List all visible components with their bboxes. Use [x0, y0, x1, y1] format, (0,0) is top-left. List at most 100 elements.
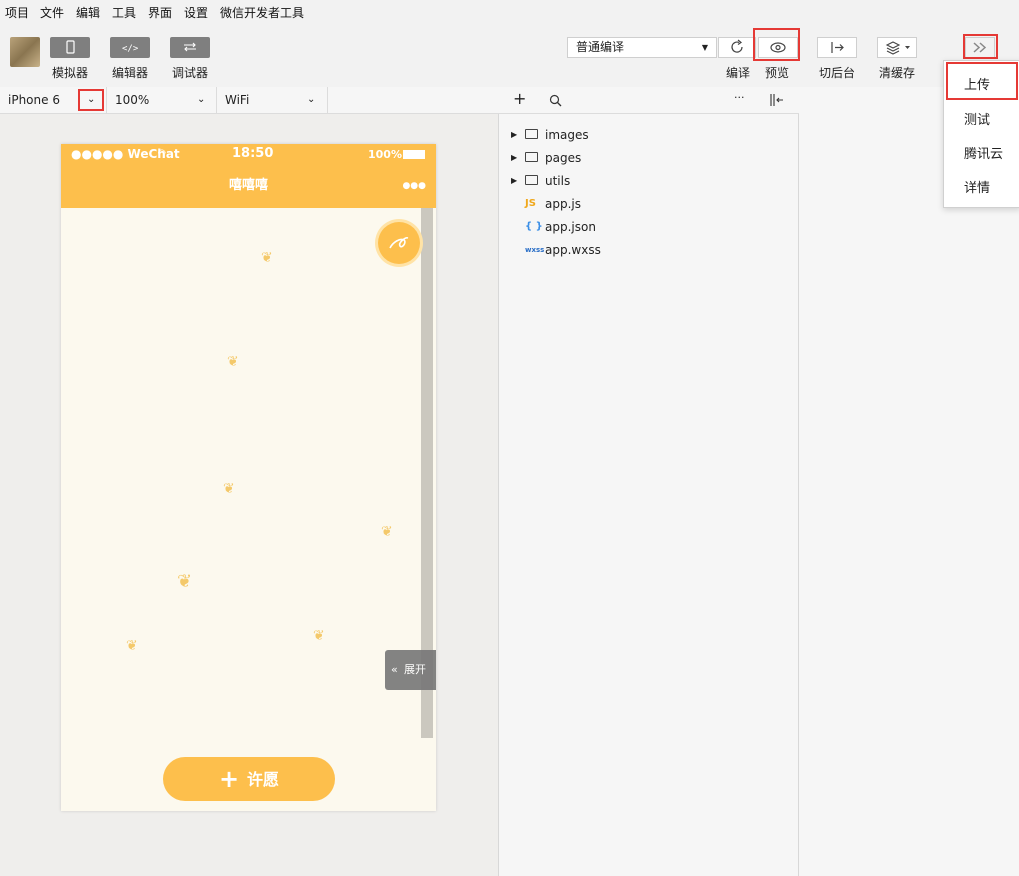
clock: 18:50 — [232, 146, 274, 161]
file-label: app.js — [545, 197, 581, 211]
caret-right-icon: ▶ — [511, 130, 518, 139]
chevron-down-icon: ⌄ — [307, 94, 316, 105]
leaf-icon: ❦ — [313, 628, 325, 644]
editor-label: 编辑器 — [112, 66, 149, 80]
zoom-select[interactable]: 100% ⌄ — [107, 87, 217, 113]
folder-icon — [525, 175, 538, 185]
device-bar: iPhone 6 ⌄ 100% ⌄ WiFi ⌄ — [0, 87, 499, 114]
phone-screen[interactable]: ●●●●● WeChat ◠ 18:50 100% 嘻嘻嘻 ●●● ❦ ❦ ❦ … — [61, 144, 436, 811]
folder-icon — [525, 152, 538, 162]
clear-cache-button[interactable] — [877, 37, 917, 58]
menu-tools[interactable]: 工具 — [112, 4, 136, 21]
svg-text:</>: </> — [122, 44, 138, 54]
music-button[interactable] — [378, 222, 420, 264]
tree-file-app-js[interactable]: JS app.js — [511, 194, 711, 214]
add-file-icon[interactable]: + — [513, 89, 526, 108]
compile-label: 编译 — [726, 66, 751, 80]
file-toolbar: + ··· — [499, 87, 799, 114]
menu-project[interactable]: 项目 — [5, 4, 29, 21]
file-label: app.json — [545, 220, 596, 234]
js-file-icon: JS — [525, 198, 536, 209]
folder-icon — [525, 129, 538, 139]
file-label: app.wxss — [545, 243, 601, 257]
compile-button[interactable] — [718, 37, 756, 58]
nav-bar: 嘻嘻嘻 ●●● — [61, 164, 436, 208]
menu-bar: 项目 文件 编辑 工具 界面 设置 微信开发者工具 — [0, 0, 1019, 24]
tree-file-app-json[interactable]: { } app.json — [511, 217, 711, 237]
tree-folder-images[interactable]: ▶ images — [511, 125, 711, 145]
debugger-button[interactable] — [170, 37, 210, 58]
simulator-button[interactable] — [50, 37, 90, 58]
caret-down-icon: ▼ — [701, 43, 708, 52]
background-button[interactable] — [817, 37, 857, 58]
editor-button[interactable]: </> — [110, 37, 150, 58]
battery-icon — [403, 150, 425, 159]
folder-label: utils — [545, 174, 571, 188]
menu-settings[interactable]: 设置 — [184, 4, 208, 21]
network-value: WiFi — [225, 93, 250, 107]
wish-button[interactable]: + 许愿 — [163, 757, 335, 801]
device-select[interactable]: iPhone 6 ⌄ — [0, 87, 107, 113]
expand-button[interactable]: « 展开 — [385, 650, 436, 690]
folder-label: pages — [545, 151, 582, 165]
more-dots-icon[interactable]: ●●● — [402, 164, 426, 208]
debug-icon — [184, 42, 196, 52]
phone-icon — [66, 40, 75, 54]
tree-file-app-wxss[interactable]: wxss app.wxss — [511, 240, 711, 260]
more-highlight — [963, 34, 998, 59]
leaf-icon: ❦ — [227, 354, 239, 370]
leaf-icon: ❦ — [261, 250, 273, 266]
caret-right-icon: ▶ — [511, 176, 518, 185]
wxss-file-icon: wxss — [525, 246, 545, 254]
menu-edit[interactable]: 编辑 — [76, 4, 100, 21]
caret-right-icon: ▶ — [511, 153, 518, 162]
leaf-icon: ❦ — [126, 638, 138, 654]
network-select[interactable]: WiFi ⌄ — [217, 87, 328, 113]
more-dropdown-menu: 上传 测试 腾讯云 详情 — [943, 60, 1019, 208]
compile-mode-select[interactable]: 普通编译 ▼ — [567, 37, 717, 58]
tree-folder-pages[interactable]: ▶ pages — [511, 148, 711, 168]
menu-item-test[interactable]: 测试 — [964, 109, 990, 128]
code-icon: </> — [122, 44, 138, 54]
plus-icon: + — [218, 765, 240, 793]
device-value: iPhone 6 — [8, 93, 60, 107]
wish-label: 许愿 — [247, 770, 280, 789]
toolbar: 模拟器 </> 编辑器 调试器 普通编译 ▼ 编译 预览 切后台 清缓存 — [0, 24, 1019, 88]
expand-label: 展开 — [404, 663, 426, 676]
debugger-label: 调试器 — [172, 66, 209, 80]
leaf-icon: ❦ — [381, 524, 393, 540]
layers-icon — [885, 41, 910, 55]
clear-cache-label: 清缓存 — [879, 66, 916, 80]
folder-label: images — [545, 128, 589, 142]
menu-view[interactable]: 界面 — [148, 4, 172, 21]
background-label: 切后台 — [819, 66, 856, 80]
preview-label: 预览 — [765, 66, 790, 80]
wifi-icon: ◠ — [158, 148, 166, 159]
refresh-icon — [731, 39, 743, 53]
menu-item-tencent-cloud[interactable]: 腾讯云 — [964, 143, 1003, 162]
zoom-value: 100% — [115, 93, 150, 107]
double-chevron-left-icon: « — [391, 663, 398, 676]
collapse-panel-icon[interactable] — [769, 93, 785, 107]
menu-file[interactable]: 文件 — [40, 4, 64, 21]
switch-background-icon — [831, 42, 844, 53]
status-bar: ●●●●● WeChat ◠ 18:50 100% — [61, 144, 436, 164]
menu-wechat-devtools[interactable]: 微信开发者工具 — [220, 4, 304, 21]
search-icon[interactable] — [549, 94, 563, 108]
more-options-icon[interactable]: ··· — [734, 91, 745, 104]
preview-highlight — [753, 28, 800, 61]
music-icon — [389, 237, 409, 249]
file-tree: ▶ images ▶ pages ▶ utils JS app.js { } a… — [499, 114, 799, 876]
json-file-icon: { } — [525, 221, 543, 232]
tree-folder-utils[interactable]: ▶ utils — [511, 171, 711, 191]
avatar[interactable] — [10, 37, 40, 67]
upload-highlight — [946, 62, 1018, 100]
compile-mode-value: 普通编译 — [576, 40, 625, 54]
leaf-icon: ❦ — [223, 481, 235, 497]
battery-percent: 100% — [368, 148, 402, 161]
device-dropdown-highlight — [78, 89, 104, 111]
simulator-label: 模拟器 — [52, 66, 89, 80]
page-title: 嘻嘻嘻 — [228, 178, 268, 193]
chevron-down-icon: ⌄ — [197, 94, 206, 105]
menu-item-details[interactable]: 详情 — [964, 177, 990, 196]
